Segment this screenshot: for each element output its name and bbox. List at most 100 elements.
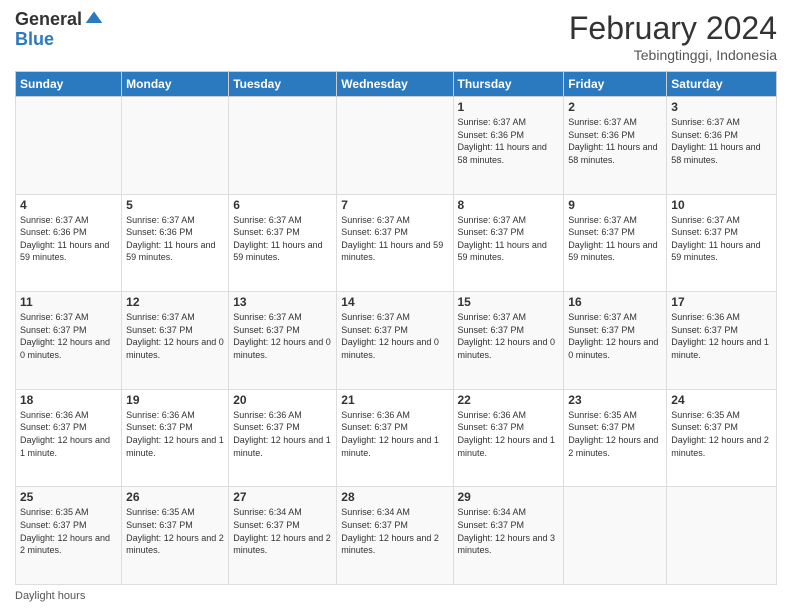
calendar-cell: 16Sunrise: 6:37 AMSunset: 6:37 PMDayligh… [564,292,667,390]
header-day-monday: Monday [122,72,229,97]
cell-info: Sunrise: 6:37 AMSunset: 6:37 PMDaylight:… [458,214,560,264]
calendar-cell: 14 Sunrise: 6:37 AMSunset: 6:37 PMDayligh… [337,292,453,390]
calendar-week-row: 1 Sunrise: 6:37 AMSunset: 6:36 PMDaylight… [16,97,777,195]
day-number: 18 [20,393,117,407]
day-number: 19 [126,393,224,407]
cell-info: Sunrise: 6:36 AMSunset: 6:37 PMDaylight:… [20,409,117,459]
calendar-cell: 22 Sunrise: 6:36 AMSunset: 6:37 PMDayligh… [453,389,564,487]
calendar-cell: 24Sunrise: 6:35 AMSunset: 6:37 PMDayligh… [667,389,777,487]
calendar-cell: 3 Sunrise: 6:37 AMSunset: 6:36 PMDaylight… [667,97,777,195]
day-number: 1 [458,100,560,114]
calendar-cell: 6Sunrise: 6:37 AMSunset: 6:37 PMDaylight… [229,194,337,292]
footer: Daylight hours [15,590,777,602]
cell-info: Sunrise: 6:37 AMSunset: 6:37 PMDaylight:… [568,311,662,361]
calendar-cell [122,97,229,195]
calendar-cell [337,97,453,195]
day-number: 28 [341,490,448,504]
calendar-week-row: 25Sunrise: 6:35 AMSunset: 6:37 PMDayligh… [16,487,777,585]
cell-info: Sunrise: 6:37 AMSunset: 6:37 PMDaylight:… [233,214,332,264]
cell-info: Sunrise: 6:37 AMSunset: 6:37 PMDaylight:… [20,311,117,361]
cell-info: Sunrise: 6:35 AMSunset: 6:37 PMDaylight:… [568,409,662,459]
header-day-sunday: Sunday [16,72,122,97]
cell-info: Sunrise: 6:37 AMSunset: 6:36 PMDaylight:… [568,116,662,166]
day-number: 9 [568,198,662,212]
calendar-cell [667,487,777,585]
page: General Blue February 2024 Tebingtinggi,… [0,0,792,612]
day-number: 11 [20,295,117,309]
day-number: 22 [458,393,560,407]
month-title: February 2024 [569,10,777,47]
cell-info: Sunrise: 6:37 AMSunset: 6:37 PMDaylight:… [568,214,662,264]
day-number: 27 [233,490,332,504]
calendar-cell: 9 Sunrise: 6:37 AMSunset: 6:37 PMDaylight… [564,194,667,292]
day-number: 10 [671,198,772,212]
calendar-cell: 13 Sunrise: 6:37 AMSunset: 6:37 PMDayligh… [229,292,337,390]
calendar-cell [564,487,667,585]
cell-info: Sunrise: 6:35 AMSunset: 6:37 PMDaylight:… [126,506,224,556]
cell-info: Sunrise: 6:36 AMSunset: 6:37 PMDaylight:… [233,409,332,459]
calendar-week-row: 11 Sunrise: 6:37 AMSunset: 6:37 PMDayligh… [16,292,777,390]
day-number: 2 [568,100,662,114]
cell-info: Sunrise: 6:37 AMSunset: 6:37 PMDaylight:… [233,311,332,361]
day-number: 4 [20,198,117,212]
calendar-cell: 17 Sunrise: 6:36 AMSunset: 6:37 PMDayligh… [667,292,777,390]
title-section: February 2024 Tebingtinggi, Indonesia [569,10,777,63]
cell-info: Sunrise: 6:35 AMSunset: 6:37 PMDaylight:… [20,506,117,556]
day-number: 5 [126,198,224,212]
cell-info: Sunrise: 6:37 AMSunset: 6:37 PMDaylight:… [126,311,224,361]
calendar-cell: 4 Sunrise: 6:37 AMSunset: 6:36 PMDaylight… [16,194,122,292]
logo-blue-text: Blue [15,30,104,50]
calendar-cell: 21 Sunrise: 6:36 AMSunset: 6:37 PMDayligh… [337,389,453,487]
cell-info: Sunrise: 6:37 AMSunset: 6:36 PMDaylight:… [671,116,772,166]
cell-info: Sunrise: 6:34 AMSunset: 6:37 PMDaylight:… [233,506,332,556]
calendar-cell: 15Sunrise: 6:37 AMSunset: 6:37 PMDayligh… [453,292,564,390]
day-number: 23 [568,393,662,407]
calendar-week-row: 4 Sunrise: 6:37 AMSunset: 6:36 PMDaylight… [16,194,777,292]
header-day-thursday: Thursday [453,72,564,97]
calendar-cell: 18 Sunrise: 6:36 AMSunset: 6:37 PMDayligh… [16,389,122,487]
cell-info: Sunrise: 6:36 AMSunset: 6:37 PMDaylight:… [341,409,448,459]
location: Tebingtinggi, Indonesia [569,47,777,63]
calendar-cell [16,97,122,195]
calendar-cell: 25Sunrise: 6:35 AMSunset: 6:37 PMDayligh… [16,487,122,585]
header-day-wednesday: Wednesday [337,72,453,97]
logo: General Blue [15,10,104,50]
calendar-cell: 28 Sunrise: 6:34 AMSunset: 6:37 PMDayligh… [337,487,453,585]
cell-info: Sunrise: 6:34 AMSunset: 6:37 PMDaylight:… [458,506,560,556]
cell-info: Sunrise: 6:36 AMSunset: 6:37 PMDaylight:… [458,409,560,459]
calendar-cell: 23 Sunrise: 6:35 AMSunset: 6:37 PMDayligh… [564,389,667,487]
cell-info: Sunrise: 6:37 AMSunset: 6:36 PMDaylight:… [458,116,560,166]
calendar-cell: 12Sunrise: 6:37 AMSunset: 6:37 PMDayligh… [122,292,229,390]
day-number: 29 [458,490,560,504]
calendar-cell: 2 Sunrise: 6:37 AMSunset: 6:36 PMDaylight… [564,97,667,195]
day-number: 14 [341,295,448,309]
calendar-cell: 19 Sunrise: 6:36 AMSunset: 6:37 PMDayligh… [122,389,229,487]
calendar-cell: 20 Sunrise: 6:36 AMSunset: 6:37 PMDayligh… [229,389,337,487]
calendar-cell: 7Sunrise: 6:37 AMSunset: 6:37 PMDaylight… [337,194,453,292]
day-number: 7 [341,198,448,212]
calendar-cell: 8Sunrise: 6:37 AMSunset: 6:37 PMDaylight… [453,194,564,292]
day-number: 13 [233,295,332,309]
logo-general-text: General [15,10,82,30]
cell-info: Sunrise: 6:36 AMSunset: 6:37 PMDaylight:… [126,409,224,459]
calendar-cell: 10Sunrise: 6:37 AMSunset: 6:37 PMDayligh… [667,194,777,292]
cell-info: Sunrise: 6:36 AMSunset: 6:37 PMDaylight:… [671,311,772,361]
day-number: 21 [341,393,448,407]
calendar-cell: 5 Sunrise: 6:37 AMSunset: 6:36 PMDaylight… [122,194,229,292]
header-day-friday: Friday [564,72,667,97]
cell-info: Sunrise: 6:34 AMSunset: 6:37 PMDaylight:… [341,506,448,556]
cell-info: Sunrise: 6:37 AMSunset: 6:37 PMDaylight:… [341,311,448,361]
cell-info: Sunrise: 6:37 AMSunset: 6:36 PMDaylight:… [126,214,224,264]
day-number: 17 [671,295,772,309]
day-number: 20 [233,393,332,407]
cell-info: Sunrise: 6:35 AMSunset: 6:37 PMDaylight:… [671,409,772,459]
calendar-week-row: 18 Sunrise: 6:36 AMSunset: 6:37 PMDayligh… [16,389,777,487]
calendar-cell: 1 Sunrise: 6:37 AMSunset: 6:36 PMDaylight… [453,97,564,195]
daylight-label: Daylight hours [15,590,85,602]
calendar-header-row: SundayMondayTuesdayWednesdayThursdayFrid… [16,72,777,97]
day-number: 3 [671,100,772,114]
calendar-cell: 27 Sunrise: 6:34 AMSunset: 6:37 PMDayligh… [229,487,337,585]
header-day-tuesday: Tuesday [229,72,337,97]
cell-info: Sunrise: 6:37 AMSunset: 6:36 PMDaylight:… [20,214,117,264]
calendar-cell: 29 Sunrise: 6:34 AMSunset: 6:37 PMDayligh… [453,487,564,585]
